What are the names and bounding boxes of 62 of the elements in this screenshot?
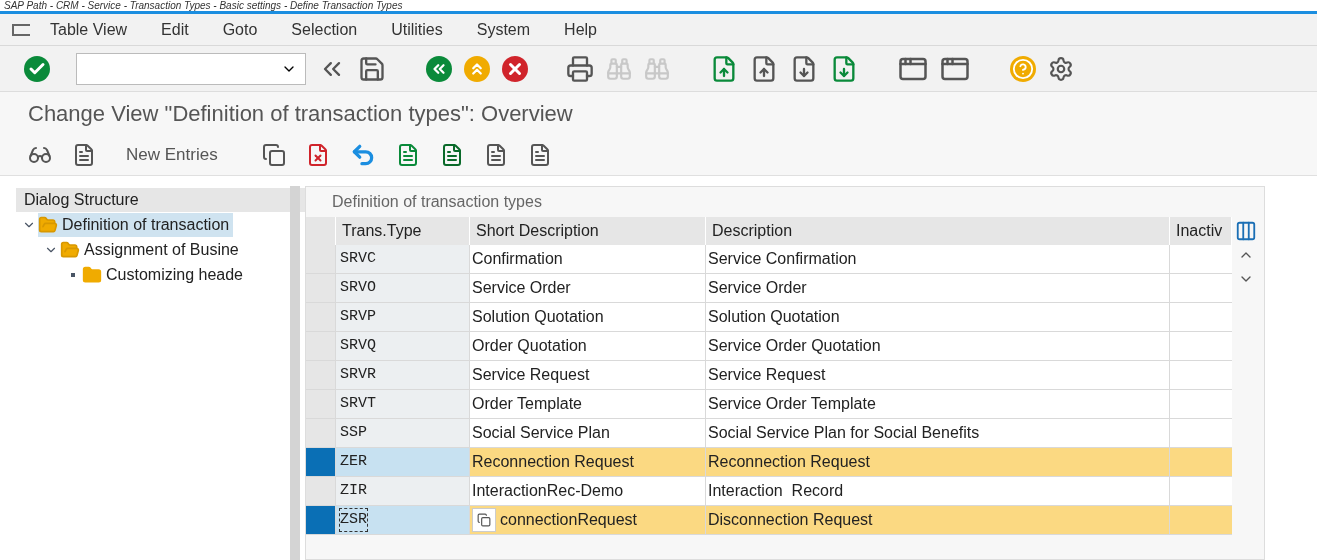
copy-icon[interactable] <box>472 508 496 532</box>
save-icon[interactable] <box>358 54 386 83</box>
menu-item[interactable]: Utilities <box>391 17 443 42</box>
menu-item[interactable]: Help <box>564 17 597 42</box>
open-folder-icon <box>38 214 58 235</box>
tree-item[interactable]: Assignment of Busine <box>60 237 243 262</box>
table-cell-text: Service Confirmation <box>708 249 857 269</box>
table-cell-text: connectionRequest <box>500 510 637 530</box>
check-icon[interactable] <box>24 55 50 82</box>
table-cell-text: ZIR <box>340 480 367 501</box>
table-cell-text: Solution Quotation <box>708 307 840 327</box>
document-icon[interactable] <box>72 142 96 167</box>
folder-icon <box>82 264 102 285</box>
copy-icon[interactable] <box>261 142 286 167</box>
table-cell-text: Service Request <box>708 365 826 385</box>
row-selector[interactable] <box>306 448 336 476</box>
table-cell-text: SRVO <box>340 277 376 298</box>
table-cell-text: InteractionRec-Demo <box>472 481 624 501</box>
cancel-icon[interactable] <box>502 55 528 82</box>
tree-item[interactable]: Customizing heade <box>82 262 247 287</box>
table-cell-text: Order Quotation <box>472 336 587 356</box>
table-cell-text: Reconnection Request <box>472 452 634 472</box>
table-cell-text: Service Order <box>472 278 571 298</box>
table-cell-text: Service Order <box>708 278 807 298</box>
table-cell-text: Social Service Plan for Social Benefits <box>708 423 980 443</box>
table-cell-text: SRVR <box>340 364 376 385</box>
table-cell: ZSR <box>340 508 367 532</box>
command-field[interactable] <box>76 52 306 85</box>
table-cell-text: SRVQ <box>340 335 376 356</box>
panel-header: Dialog Structure <box>16 188 306 212</box>
settings-icon[interactable] <box>1048 55 1074 82</box>
menu-item[interactable]: Goto <box>222 17 258 42</box>
open-folder-icon <box>60 239 80 260</box>
table-cell-text: Confirmation <box>472 249 563 269</box>
table-title: Definition of transaction types <box>331 192 543 212</box>
table-cell-text: Service Order Template <box>708 394 876 414</box>
table-cell-text: Service Request <box>472 365 590 385</box>
table-cell-text: Reconnection Request <box>708 452 870 472</box>
path-caption: SAP Path - CRM - Service - Transaction Types - Basic settings - Define Transaction Types <box>3 0 404 11</box>
menu-item[interactable]: System <box>476 17 531 42</box>
table-cell-text: SSP <box>340 422 367 443</box>
menu-item[interactable]: Edit <box>161 17 189 42</box>
back-icon[interactable] <box>426 55 452 82</box>
table-cell-text: Disconnection Request <box>708 510 873 530</box>
menu-icon[interactable] <box>12 23 30 36</box>
bullet-icon <box>71 272 75 277</box>
table-cell-text: Social Service Plan <box>472 423 610 443</box>
screen-title: Change View "Definition of transaction types": Overview <box>0 92 1317 134</box>
printer-icon[interactable] <box>566 54 594 83</box>
table-cell-text: SRVP <box>340 306 376 327</box>
tree-item[interactable]: Definition of transaction <box>38 212 234 237</box>
menu-item[interactable]: Selection <box>291 17 358 42</box>
new-entries-button[interactable]: New Entries <box>116 141 228 168</box>
table-cell-text: Order Template <box>472 394 582 414</box>
table-cell-text: SRVT <box>340 393 376 414</box>
table-cell-text: Interaction Record <box>708 481 844 501</box>
row-selector[interactable] <box>306 506 336 534</box>
table-cell-text: Service Order Quotation <box>708 336 881 356</box>
table-cell-text: ZER <box>340 451 367 472</box>
table-cell-text: SRVC <box>340 248 376 269</box>
table-cell-text: Solution Quotation <box>472 307 604 327</box>
menu-item[interactable]: Table View <box>50 17 128 42</box>
